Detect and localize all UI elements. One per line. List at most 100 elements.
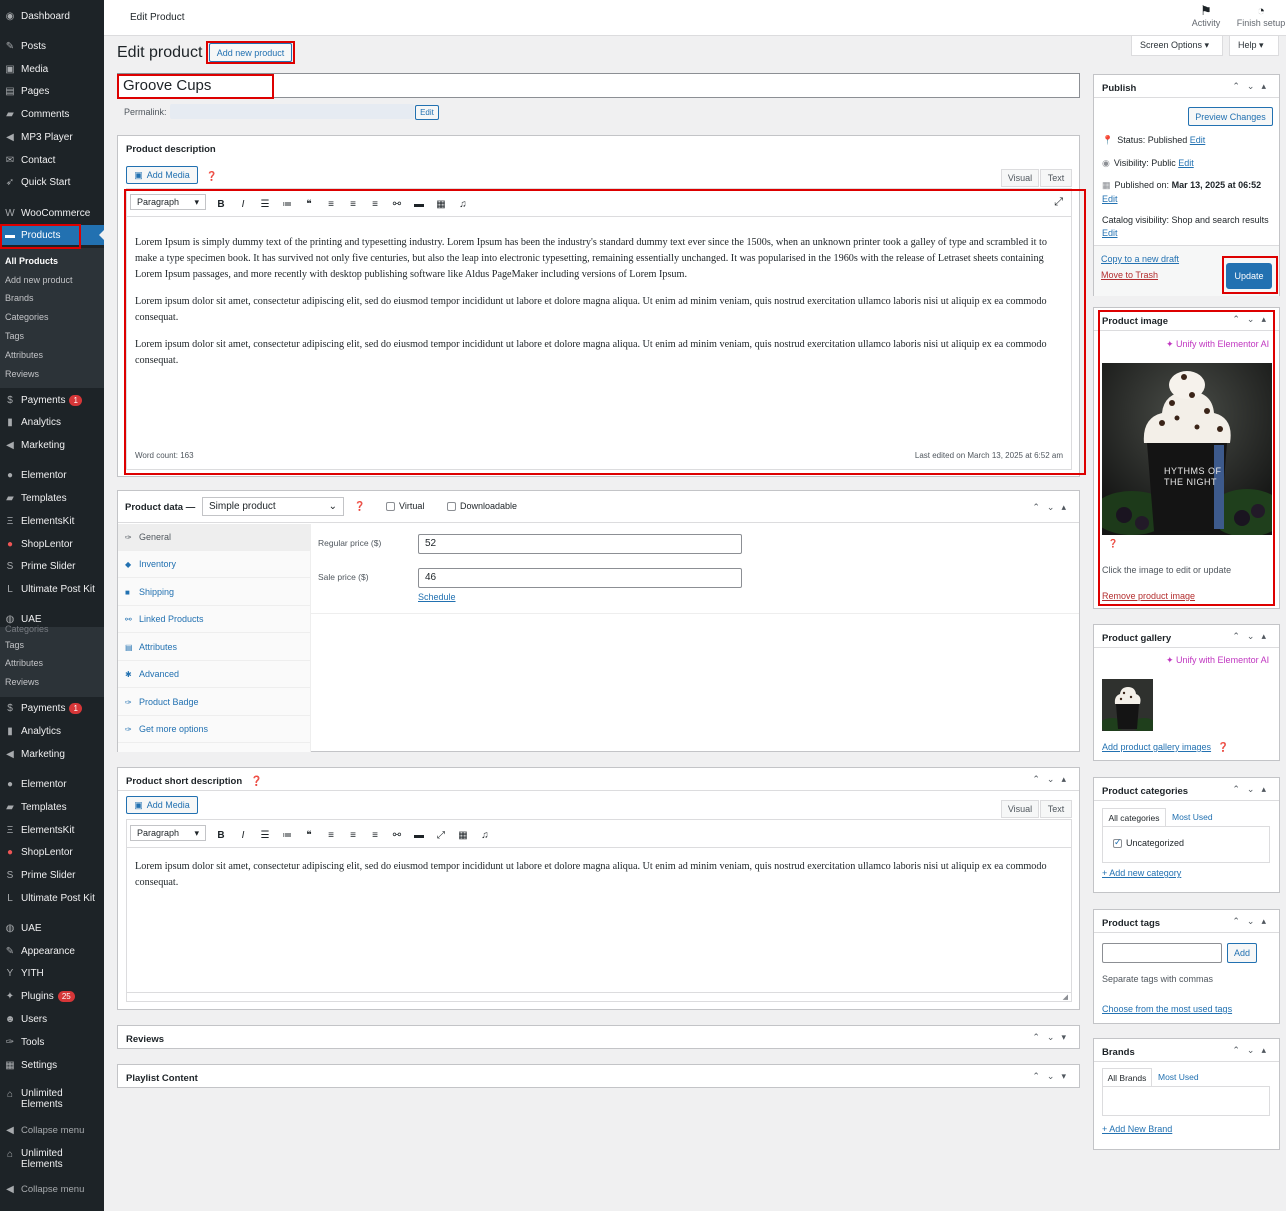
menu-posts[interactable]: ✎ Posts	[0, 36, 104, 56]
unify-elementor-ai-link-gallery[interactable]: ✦ Unify with Elementor AI	[1166, 655, 1269, 666]
menu-comments[interactable]: ▰ Comments	[0, 104, 104, 124]
copy-to-draft-link[interactable]: Copy to a new draft	[1101, 254, 1179, 264]
menu-elementskit-2[interactable]: Ξ ElementsKit	[0, 820, 104, 840]
menu-marketing[interactable]: ◀ Marketing	[0, 435, 104, 455]
submenu-reviews-dup[interactable]: Reviews	[5, 677, 39, 687]
preview-changes-button[interactable]: Preview Changes	[1188, 107, 1273, 126]
box-controls[interactable]: ⌃⌄▾	[1032, 1032, 1073, 1043]
submenu-attributes-dup[interactable]: Attributes	[5, 658, 43, 668]
tab-get-more-options[interactable]: ✑ Get more options	[118, 716, 310, 743]
align-center-icon[interactable]: ≡	[342, 830, 364, 841]
menu-elementor-2[interactable]: ● Elementor	[0, 774, 104, 794]
tab-visual-short[interactable]: Visual	[1001, 800, 1039, 818]
collapse-menu-button[interactable]: ◀ Collapse menu	[0, 1120, 104, 1140]
collapse-menu-button-2[interactable]: ◀ Collapse menu	[0, 1179, 104, 1199]
format-select-short[interactable]: Paragraph ▾	[130, 825, 206, 841]
tab-general[interactable]: ✑ General	[118, 524, 310, 551]
submenu-tags[interactable]: Tags	[5, 331, 24, 341]
menu-uae-2[interactable]: ◍ UAE	[0, 918, 104, 938]
short-description-content[interactable]: Lorem ipsum dolor sit amet, consectetur …	[135, 859, 1055, 891]
box-controls[interactable]: ⌃⌄▴	[1032, 774, 1073, 785]
permalink-edit-button[interactable]: Edit	[415, 105, 439, 120]
tab-all-categories[interactable]: All categories	[1102, 808, 1166, 826]
menu-mp3-player[interactable]: ◀ MP3 Player	[0, 127, 104, 147]
box-controls[interactable]: ⌃⌄▴	[1232, 1045, 1273, 1056]
catalog-edit-link[interactable]: Edit	[1102, 228, 1118, 238]
box-controls[interactable]: ⌃⌄▴	[1232, 916, 1273, 927]
finish-setup-button[interactable]: ◔ Finish setup	[1236, 4, 1286, 29]
downloadable-checkbox[interactable]: Downloadable	[447, 501, 517, 512]
add-media-button[interactable]: ▣ Add Media	[126, 166, 198, 184]
menu-elementskit[interactable]: Ξ ElementsKit	[0, 511, 104, 531]
regular-price-input[interactable]: 52	[418, 534, 742, 554]
box-controls[interactable]: ⌃⌄▴	[1232, 784, 1273, 795]
submenu-tags-dup[interactable]: Tags	[5, 640, 24, 650]
menu-pages[interactable]: ▤ Pages	[0, 81, 104, 101]
menu-prime-slider[interactable]: S Prime Slider	[0, 556, 104, 576]
sale-price-input[interactable]: 46	[418, 568, 742, 588]
category-uncategorized[interactable]: ✓ Uncategorized	[1113, 837, 1184, 849]
box-controls[interactable]: ⌃⌄▴	[1232, 81, 1273, 92]
audio-icon[interactable]: ♫	[474, 830, 496, 841]
submenu-attributes[interactable]: Attributes	[5, 350, 43, 360]
tab-attributes[interactable]: ▤ Attributes	[118, 634, 310, 661]
align-right-icon[interactable]: ≡	[364, 830, 386, 841]
bold-icon[interactable]: B	[210, 830, 232, 841]
submenu-categories[interactable]: Categories	[5, 312, 49, 322]
menu-payments[interactable]: $ Payments 1	[0, 390, 104, 410]
permalink-url[interactable]	[170, 104, 414, 119]
move-to-trash-link[interactable]: Move to Trash	[1101, 270, 1158, 280]
choose-most-used-tags-link[interactable]: Choose from the most used tags	[1102, 1004, 1232, 1014]
virtual-checkbox[interactable]: Virtual	[386, 501, 424, 512]
fullscreen-icon[interactable]: ⤢	[430, 830, 452, 841]
playlist-content-box[interactable]: Playlist Content ⌃⌄▾	[117, 1064, 1080, 1088]
add-new-category-link[interactable]: + Add new category	[1102, 868, 1181, 878]
menu-plugins[interactable]: ✦ Plugins 25	[0, 986, 104, 1006]
help-icon[interactable]: ❓	[251, 776, 263, 787]
add-new-brand-link[interactable]: + Add New Brand	[1102, 1124, 1172, 1134]
read-more-icon[interactable]: ▬	[408, 830, 430, 841]
bullet-list-icon[interactable]: ☰	[254, 830, 276, 841]
product-type-select[interactable]: Simple product ⌄	[202, 497, 344, 516]
menu-woocommerce[interactable]: W WooCommerce	[0, 203, 104, 223]
menu-templates-2[interactable]: ▰ Templates	[0, 797, 104, 817]
activity-button[interactable]: ⚑ Activity	[1189, 4, 1223, 29]
gallery-thumbnail[interactable]	[1102, 679, 1153, 731]
toolbar-toggle-icon[interactable]: ▦	[452, 830, 474, 841]
link-icon[interactable]: ⚯	[386, 830, 408, 841]
menu-payments-2[interactable]: $ Payments 1	[0, 698, 104, 718]
help-icon[interactable]: ❓	[1218, 742, 1229, 752]
menu-dashboard[interactable]: ◉ Dashboard	[0, 6, 104, 26]
quote-icon[interactable]: ❝	[298, 830, 320, 841]
menu-shoplentor-2[interactable]: ● ShopLentor	[0, 842, 104, 862]
tab-shipping[interactable]: ■ Shipping	[118, 579, 310, 606]
menu-ultimate-post-kit-2[interactable]: L Ultimate Post Kit	[0, 888, 104, 908]
resize-handle-icon[interactable]: ◢	[1063, 993, 1068, 1001]
schedule-link[interactable]: Schedule	[418, 592, 456, 602]
tab-product-badge[interactable]: ✑ Product Badge	[118, 689, 310, 716]
menu-settings[interactable]: ▦ Settings	[0, 1055, 104, 1075]
menu-marketing-2[interactable]: ◀ Marketing	[0, 744, 104, 764]
visibility-edit-link[interactable]: Edit	[1178, 158, 1194, 168]
menu-appearance[interactable]: ✎ Appearance	[0, 941, 104, 961]
italic-icon[interactable]: I	[232, 830, 254, 841]
help-icon[interactable]: ❓	[206, 171, 217, 182]
menu-shoplentor[interactable]: ● ShopLentor	[0, 534, 104, 554]
published-edit-link[interactable]: Edit	[1102, 194, 1118, 204]
tag-input[interactable]	[1102, 943, 1222, 963]
menu-contact[interactable]: ✉ Contact	[0, 150, 104, 170]
box-controls[interactable]: ⌃⌄▾	[1032, 1071, 1073, 1082]
menu-quick-start[interactable]: ➶ Quick Start	[0, 172, 104, 192]
tab-linked-products[interactable]: ⚯ Linked Products	[118, 606, 310, 633]
tab-most-used-brands[interactable]: Most Used	[1158, 1072, 1199, 1082]
add-media-button-short[interactable]: ▣ Add Media	[126, 796, 198, 814]
numbered-list-icon[interactable]: ≔	[276, 830, 298, 841]
menu-prime-slider-2[interactable]: S Prime Slider	[0, 865, 104, 885]
menu-yith[interactable]: Y YITH	[0, 963, 104, 983]
help-button[interactable]: Help ▾	[1229, 36, 1279, 56]
tab-all-brands[interactable]: All Brands	[1102, 1068, 1152, 1086]
menu-elementor[interactable]: ● Elementor	[0, 465, 104, 485]
align-left-icon[interactable]: ≡	[320, 830, 342, 841]
menu-templates[interactable]: ▰ Templates	[0, 488, 104, 508]
menu-ultimate-post-kit[interactable]: L Ultimate Post Kit	[0, 579, 104, 599]
